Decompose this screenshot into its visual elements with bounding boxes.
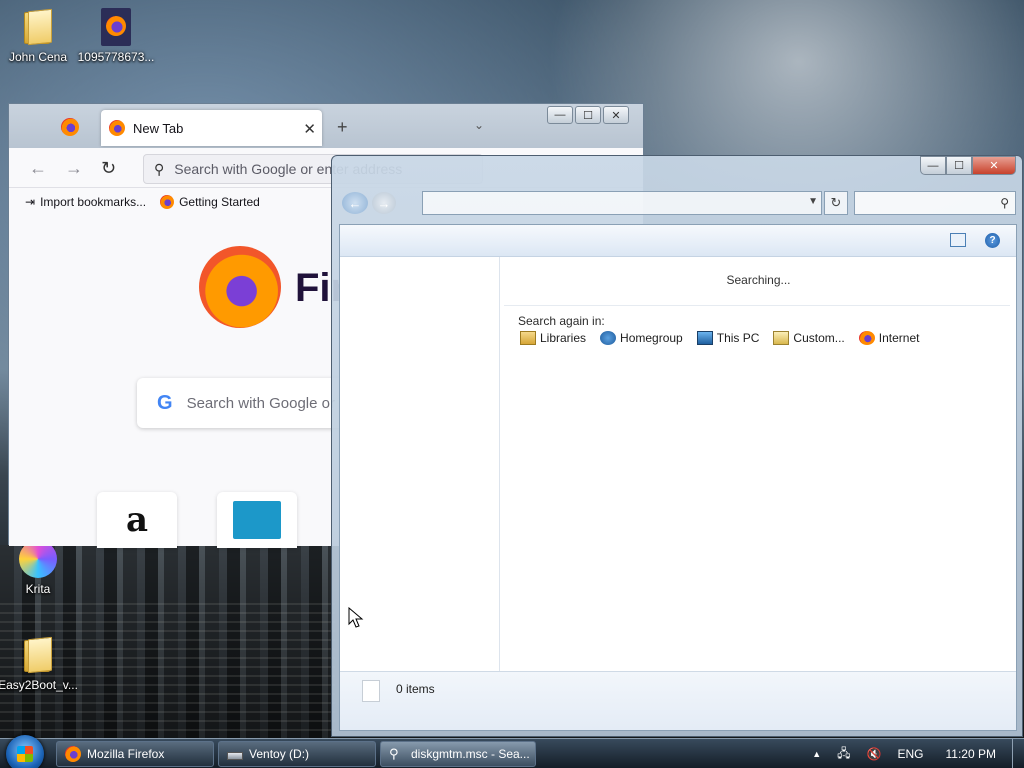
bookmark-label: Import bookmarks... <box>40 195 147 209</box>
language-indicator[interactable]: ENG <box>898 747 924 761</box>
custom-folder-icon <box>773 331 790 345</box>
firefox-window-controls: — ☐ ✕ <box>547 106 629 124</box>
network-icon[interactable]: 🖧 <box>837 744 850 765</box>
address-bar[interactable]: ▼ <box>422 191 822 215</box>
reload-icon[interactable]: ↻ <box>101 158 116 179</box>
help-icon[interactable]: ? <box>985 233 1000 248</box>
search-again-internet[interactable]: Internet <box>858 331 920 345</box>
navigation-pane[interactable] <box>340 257 500 671</box>
show-hidden-icons-button[interactable]: ▲ <box>812 749 821 759</box>
amazon-icon: a <box>125 500 149 540</box>
document-icon <box>362 680 380 702</box>
search-icon: ⚲ <box>389 746 399 761</box>
firefox-logo-icon <box>199 246 281 328</box>
firefox-tab-bar: New Tab ✕ + ⌄ — ☐ ✕ <box>9 104 643 148</box>
search-again-item-label: Libraries <box>540 331 587 345</box>
search-again-homegroup[interactable]: Homegroup <box>600 331 683 345</box>
refresh-icon[interactable]: ↻ <box>824 191 848 215</box>
firefox-file-icon <box>101 8 131 46</box>
explorer-address-row: ← → ▼ ↻ ⚲ <box>340 190 1016 216</box>
site-tile-icon <box>233 501 281 539</box>
close-button[interactable]: ✕ <box>972 156 1016 175</box>
minimize-button[interactable]: — <box>920 156 946 175</box>
chevron-down-icon[interactable]: ▼ <box>808 196 818 207</box>
command-bar: ? <box>340 225 1016 257</box>
desktop-icon-easy2boot[interactable]: Easy2Boot_v... <box>0 636 78 692</box>
taskbar: Mozilla Firefox Ventoy (D:) ⚲ diskgmtm.m… <box>0 735 1024 768</box>
back-arrow-icon[interactable]: ← <box>342 192 368 214</box>
libraries-icon <box>520 331 536 345</box>
search-again-item-label: Homegroup <box>620 331 683 345</box>
taskbar-button-ventoy[interactable]: Ventoy (D:) <box>218 741 376 767</box>
user-folder-icon <box>22 8 54 46</box>
this-pc-icon <box>696 331 713 345</box>
desktop-icon-label: Easy2Boot_v... <box>0 678 78 692</box>
top-site-tile[interactable] <box>217 492 297 548</box>
volume-muted-icon[interactable]: 🔇 <box>867 747 882 761</box>
taskbar-button-firefox[interactable]: Mozilla Firefox <box>56 741 214 767</box>
taskbar-button-label: Mozilla Firefox <box>87 747 165 761</box>
bookmark-getting-started[interactable]: Getting Started <box>160 195 260 209</box>
search-again-this-pc[interactable]: This PC <box>696 331 760 345</box>
forward-arrow-icon[interactable]: → <box>65 158 83 179</box>
explorer-search-input[interactable]: ⚲ <box>854 191 1016 215</box>
maximize-button[interactable]: ☐ <box>575 106 601 124</box>
windows-logo-icon <box>17 746 33 762</box>
searching-status: Searching... <box>726 273 791 287</box>
top-site-tile-amazon[interactable]: a <box>97 492 177 548</box>
search-again-item-label: This PC <box>716 331 760 345</box>
clock[interactable]: 11:20 PM <box>946 747 996 761</box>
search-again-label: Search again in: <box>504 305 1010 331</box>
import-icon: ⇥ <box>25 195 36 209</box>
close-icon[interactable]: ✕ <box>303 120 316 138</box>
folder-icon <box>22 636 54 674</box>
forward-arrow-icon[interactable]: → <box>372 192 396 214</box>
system-tray: ▲ 🖧 🔇 ENG 11:20 PM <box>804 739 1024 768</box>
search-results-pane: Searching... Search again in: Libraries … <box>500 257 1017 671</box>
chevron-down-icon[interactable]: ⌄ <box>474 118 484 132</box>
explorer-window[interactable]: — ☐ ✕ ← → ▼ ↻ ⚲ ? Searching... Search ag… <box>331 155 1023 737</box>
desktop-icon-label: 1095778673... <box>77 50 155 64</box>
item-count: 0 items <box>396 682 435 696</box>
explorer-window-controls: — ☐ ✕ <box>920 156 1016 175</box>
firefox-icon <box>65 746 81 762</box>
taskbar-button-label: Ventoy (D:) <box>249 747 310 761</box>
bookmark-label: Getting Started <box>179 195 260 209</box>
minimize-button[interactable]: — <box>547 106 573 124</box>
new-tab-button[interactable]: + <box>337 117 348 138</box>
firefox-icon <box>160 195 175 209</box>
search-icon: ⚲ <box>154 160 165 177</box>
desktop-icon-label: John Cena <box>8 50 68 64</box>
close-button[interactable]: ✕ <box>603 106 629 124</box>
details-pane: 0 items <box>340 671 1016 730</box>
search-again-list: Libraries Homegroup This PC Custom... In… <box>520 331 919 345</box>
back-arrow-icon[interactable]: ← <box>29 158 47 179</box>
tab-label: New Tab <box>133 120 184 136</box>
desktop-icon-firefox-file[interactable]: 1095778673... <box>76 8 156 64</box>
mouse-cursor-icon <box>348 607 364 628</box>
homegroup-icon <box>600 331 617 345</box>
drive-icon <box>227 752 243 760</box>
bookmark-import[interactable]: ⇥ Import bookmarks... <box>25 195 146 209</box>
taskbar-button-search[interactable]: ⚲ diskgmtm.msc - Sea... <box>380 741 536 767</box>
google-icon: G <box>157 391 173 414</box>
search-again-item-label: Custom... <box>793 331 845 345</box>
show-desktop-button[interactable] <box>1012 739 1024 768</box>
maximize-button[interactable]: ☐ <box>946 156 972 175</box>
taskbar-button-label: diskgmtm.msc - Sea... <box>411 747 530 761</box>
desktop-icon-label: Krita <box>25 582 51 596</box>
internet-icon <box>858 331 875 345</box>
desktop-icon-krita[interactable]: Krita <box>0 540 78 596</box>
explorer-body: ? Searching... Search again in: Librarie… <box>339 224 1017 731</box>
search-again-custom[interactable]: Custom... <box>773 331 845 345</box>
tab-new-tab[interactable]: New Tab ✕ <box>101 110 322 146</box>
search-again-libraries[interactable]: Libraries <box>520 331 586 345</box>
start-button[interactable] <box>6 735 44 768</box>
firefox-icon <box>109 120 125 136</box>
search-icon: ⚲ <box>1000 196 1009 210</box>
desktop-icon-john-cena[interactable]: John Cena <box>0 8 78 64</box>
search-again-item-label: Internet <box>878 331 920 345</box>
firefox-icon[interactable] <box>61 118 81 138</box>
preview-pane-icon[interactable] <box>950 233 966 247</box>
